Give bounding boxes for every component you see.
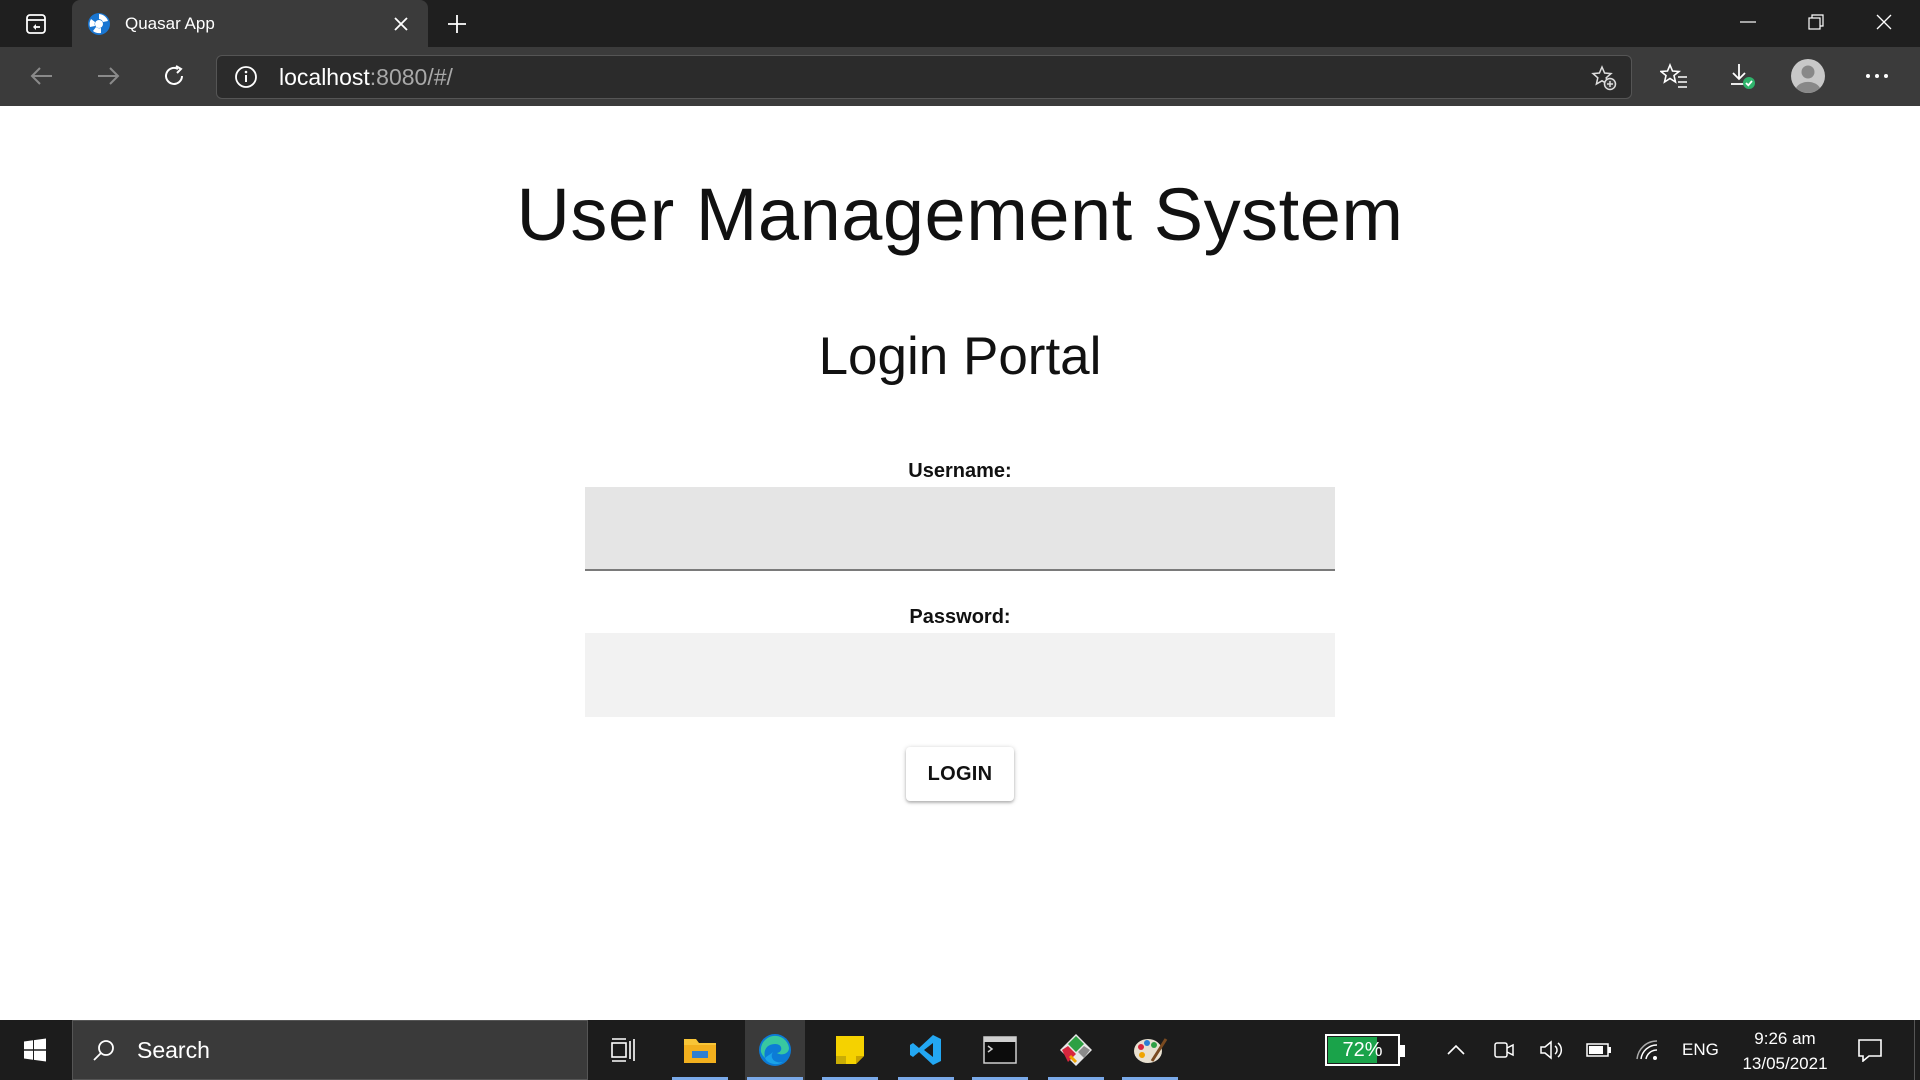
file-explorer-icon[interactable] <box>670 1020 730 1080</box>
new-tab-plus-icon[interactable] <box>440 8 474 40</box>
url-rest: :8080/#/ <box>369 63 453 90</box>
volume-icon[interactable] <box>1536 1035 1566 1065</box>
clock-date: 13/05/2021 <box>1742 1054 1828 1073</box>
restore-icon[interactable] <box>1782 0 1850 44</box>
page-content: User Management System Login Portal User… <box>0 106 1920 1020</box>
terminal-icon[interactable] <box>970 1020 1030 1080</box>
url-text[interactable]: localhost:8080/#/ <box>279 64 453 91</box>
edge-browser-icon[interactable] <box>745 1020 805 1080</box>
downloads-icon[interactable] <box>1720 57 1764 95</box>
more-options-icon[interactable] <box>1855 57 1899 95</box>
close-tab-icon[interactable] <box>386 9 416 39</box>
password-field[interactable] <box>585 633 1335 717</box>
password-label: Password: <box>909 606 1011 628</box>
url-host: localhost <box>279 63 370 90</box>
quasar-favicon-icon <box>87 12 111 36</box>
taskbar-search-box[interactable]: Search <box>72 1020 588 1080</box>
git-gui-icon[interactable] <box>1046 1020 1106 1080</box>
username-label: Username: <box>908 460 1012 482</box>
address-bar[interactable]: localhost:8080/#/ <box>216 55 1632 99</box>
site-info-icon[interactable] <box>231 62 261 92</box>
forward-arrow-icon[interactable] <box>86 58 130 94</box>
taskbar: Search 72% ENG 9:26 am 13/05/2021 <box>0 1020 1920 1080</box>
username-field[interactable] <box>585 487 1335 571</box>
browser-tabbar: Quasar App <box>0 0 1920 47</box>
tab-title: Quasar App <box>125 13 215 33</box>
battery-tip <box>1400 1045 1405 1057</box>
system-clock[interactable]: 9:26 am 13/05/2021 <box>1730 1026 1840 1076</box>
browser-tab[interactable]: Quasar App <box>72 0 428 47</box>
favorites-icon[interactable] <box>1652 57 1696 95</box>
chevron-up-icon[interactable] <box>1441 1035 1471 1065</box>
browser-toolbar: localhost:8080/#/ <box>0 47 1920 106</box>
battery-meter[interactable]: 72% <box>1325 1034 1405 1066</box>
close-window-icon[interactable] <box>1850 0 1918 44</box>
input-language[interactable]: ENG <box>1682 1020 1719 1080</box>
battery-percent-text: 72% <box>1342 1038 1383 1061</box>
tab-actions-icon[interactable] <box>16 8 56 40</box>
login-button[interactable]: LOGIN <box>906 747 1014 801</box>
search-icon <box>89 1035 119 1065</box>
vscode-icon[interactable] <box>896 1020 956 1080</box>
search-placeholder: Search <box>137 1036 210 1063</box>
sticky-notes-icon[interactable] <box>820 1020 880 1080</box>
app-title: User Management System <box>516 173 1404 256</box>
paint-icon[interactable] <box>1120 1020 1180 1080</box>
battery-icon[interactable] <box>1584 1035 1614 1065</box>
action-center-icon[interactable] <box>1852 1032 1888 1068</box>
windows-start-icon[interactable] <box>0 1020 70 1080</box>
refresh-icon[interactable] <box>152 58 196 94</box>
profile-avatar-icon[interactable] <box>1786 57 1830 95</box>
clock-time: 9:26 am <box>1754 1029 1816 1048</box>
task-view-icon[interactable] <box>594 1020 654 1080</box>
minimize-icon[interactable] <box>1714 0 1782 44</box>
back-arrow-icon[interactable] <box>20 58 64 94</box>
add-favorite-icon[interactable] <box>1589 63 1619 93</box>
meet-now-icon[interactable] <box>1489 1035 1519 1065</box>
portal-title: Login Portal <box>818 327 1102 386</box>
wifi-icon[interactable] <box>1632 1035 1662 1065</box>
show-desktop-button[interactable] <box>1914 1020 1920 1080</box>
